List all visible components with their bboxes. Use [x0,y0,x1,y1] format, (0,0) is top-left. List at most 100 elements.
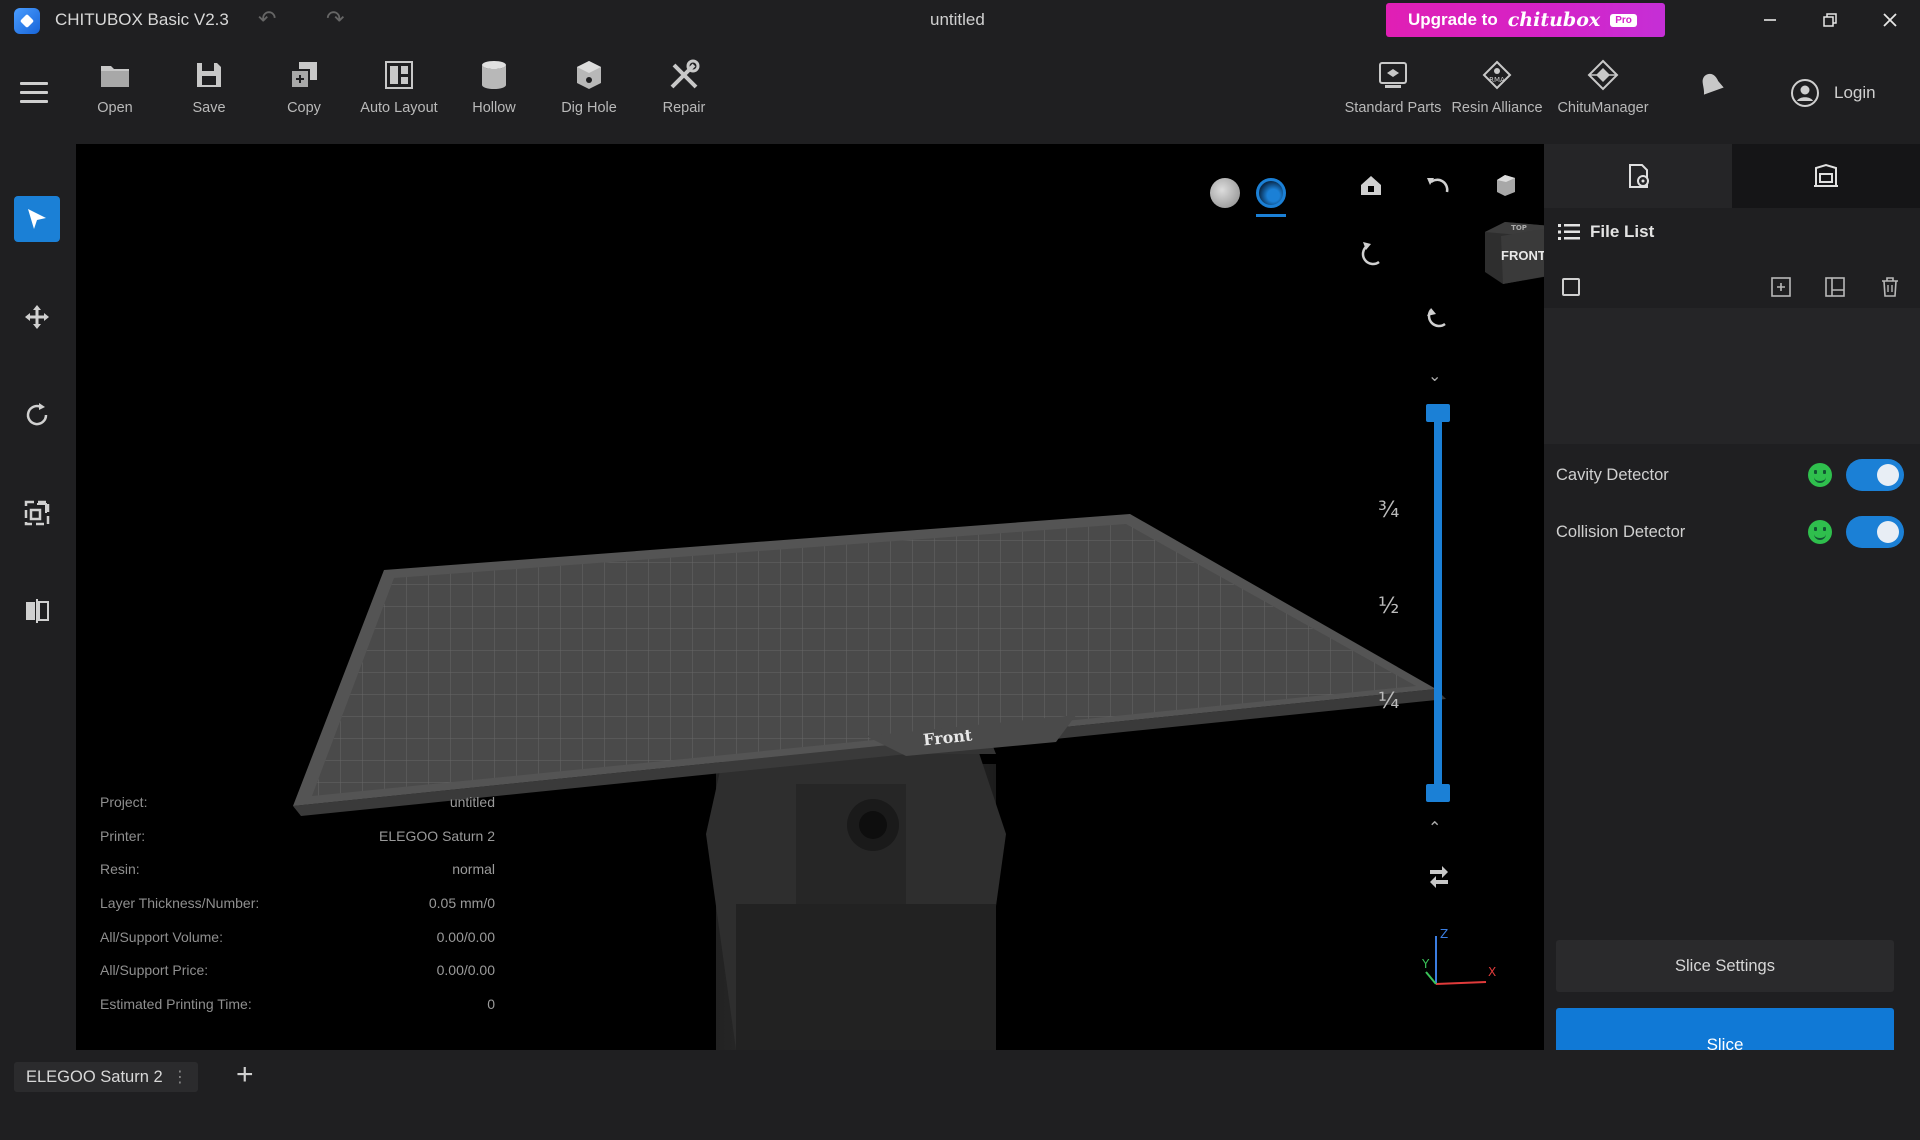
undo-icon[interactable]: ↶ [258,6,276,32]
add-printer-tab-button[interactable]: + [236,1058,254,1092]
add-file-icon[interactable] [1768,274,1794,300]
move-tool[interactable] [14,294,60,340]
chevron-down-icon[interactable]: ⌄ [1428,366,1441,386]
printer-tab[interactable]: ELEGOO Saturn 2 ⋮ [14,1062,198,1092]
tab-file-settings[interactable] [1544,144,1732,208]
save-icon [192,58,226,92]
select-tool[interactable] [14,196,60,242]
login-button[interactable]: Login [1790,78,1876,108]
3d-viewport[interactable]: Front TOP FRONT ⌄ ¾ ½ ¼ ⌃ Z Y X Project:… [76,144,1544,1050]
hollow-icon [477,58,511,92]
upgrade-label: Upgrade to [1408,10,1498,29]
rotate-down-view-icon[interactable] [1425,304,1451,330]
copy-icon [287,58,321,92]
save-label: Save [192,100,226,116]
document-title: untitled [930,10,985,29]
scale-icon [24,500,50,526]
collision-detector-toggle[interactable] [1846,516,1904,548]
z-fraction-quarter: ¼ [1378,689,1400,714]
info-row: Estimated Printing Time: 0 [100,996,495,1013]
repair-button[interactable]: Repair [637,58,731,116]
hollow-label: Hollow [472,100,516,116]
collision-status-icon [1808,520,1832,544]
printer-icon [1814,163,1838,187]
collision-detector-label: Collision Detector [1556,522,1686,541]
save-button[interactable]: Save [162,58,256,116]
app-title: CHITUBOX Basic V2.3 [55,10,229,29]
auto-layout-icon [382,58,416,92]
resin-alliance-button[interactable]: RMA Resin Alliance [1450,58,1544,116]
layout-file-icon[interactable] [1822,274,1848,300]
cavity-status-icon [1808,463,1832,487]
project-info: Project: untitled Printer: ELEGOO Saturn 2… [100,794,495,1030]
printer-tab-label: ELEGOO Saturn 2 [26,1067,163,1086]
right-panel-tabs [1544,144,1920,208]
tab-printer[interactable] [1732,144,1920,208]
z-fraction-half: ½ [1378,594,1400,619]
move-icon [25,305,49,329]
rotate-ccw-view-icon[interactable] [1359,240,1385,266]
printer-tabs-bar: ELEGOO Saturn 2 ⋮ + [0,1050,1544,1140]
auto-layout-button[interactable]: Auto Layout [352,58,446,116]
file-list-actions [1544,268,1920,304]
app-logo-icon [14,8,40,34]
collision-detector-row: Collision Detector [1556,516,1908,548]
dig-hole-label: Dig Hole [561,100,617,116]
axis-x-label: X [1488,965,1496,979]
view-cube[interactable]: TOP FRONT [1479,214,1544,290]
info-row: Layer Thickness/Number: 0.05 mm/0 [100,895,495,912]
resin-alliance-label: Resin Alliance [1451,100,1543,116]
axis-gizmo-icon: Z Y X [1421,927,1496,985]
right-panel-footer [1544,1050,1920,1140]
mirror-icon [26,599,49,623]
cursor-icon [28,209,46,229]
slice-settings-button[interactable]: Slice Settings [1556,940,1894,992]
redo-icon[interactable]: ↷ [326,6,344,32]
repair-icon [667,58,701,92]
info-row: Resin: normal [100,861,495,878]
rotate-tool[interactable] [14,392,60,438]
bell-icon [1693,68,1727,102]
axis-z-label: Z [1440,927,1448,941]
hollow-button[interactable]: Hollow [447,58,541,116]
solid-view-button[interactable] [1210,178,1240,208]
notification-button[interactable] [1663,68,1757,102]
layer-slider-track[interactable] [1434,406,1442,786]
open-button[interactable]: Open [68,58,162,116]
upgrade-button[interactable]: Upgrade to chitubox Pro [1386,3,1665,37]
left-toolbar [0,144,76,1050]
standard-parts-button[interactable]: Standard Parts [1344,58,1442,116]
perspective-view-icon[interactable] [1492,172,1518,198]
cavity-detector-label: Cavity Detector [1556,465,1669,484]
chitumanager-button[interactable]: ChituManager [1556,58,1650,116]
view-cube-front-label: FRONT [1501,248,1544,263]
menu-icon[interactable] [20,82,48,103]
file-list[interactable] [1544,308,1920,444]
layer-slider-top-handle[interactable] [1426,404,1450,422]
trash-icon[interactable] [1877,274,1903,300]
minimize-icon[interactable] [1750,4,1790,36]
user-icon [1791,79,1819,107]
view-mode-indicator [1256,214,1286,217]
title-bar: CHITUBOX Basic V2.3 ↶ ↷ untitled Upgrade… [0,0,1920,40]
info-row: Printer: ELEGOO Saturn 2 [100,827,495,844]
svg-text:RMA: RMA [1489,76,1505,84]
restore-icon[interactable] [1810,4,1850,36]
upgrade-brand: chitubox [1507,9,1601,31]
xray-view-button[interactable] [1256,178,1286,208]
scale-tool[interactable] [14,490,60,536]
cavity-detector-toggle[interactable] [1846,459,1904,491]
more-options-icon[interactable]: ⋮ [172,1067,188,1087]
mirror-tool[interactable] [14,588,60,634]
standard-parts-label: Standard Parts [1344,100,1442,116]
chevron-up-icon[interactable]: ⌃ [1428,818,1441,838]
close-icon[interactable] [1870,4,1910,36]
layer-settings-icon[interactable] [1426,864,1452,890]
select-all-checkbox[interactable] [1562,278,1580,296]
rotate-left-view-icon[interactable] [1425,172,1451,198]
copy-button[interactable]: Copy [257,58,351,116]
login-label: Login [1834,83,1876,102]
layer-slider-bottom-handle[interactable] [1426,784,1450,802]
dig-hole-button[interactable]: Dig Hole [542,58,636,116]
home-view-icon[interactable] [1358,172,1384,198]
